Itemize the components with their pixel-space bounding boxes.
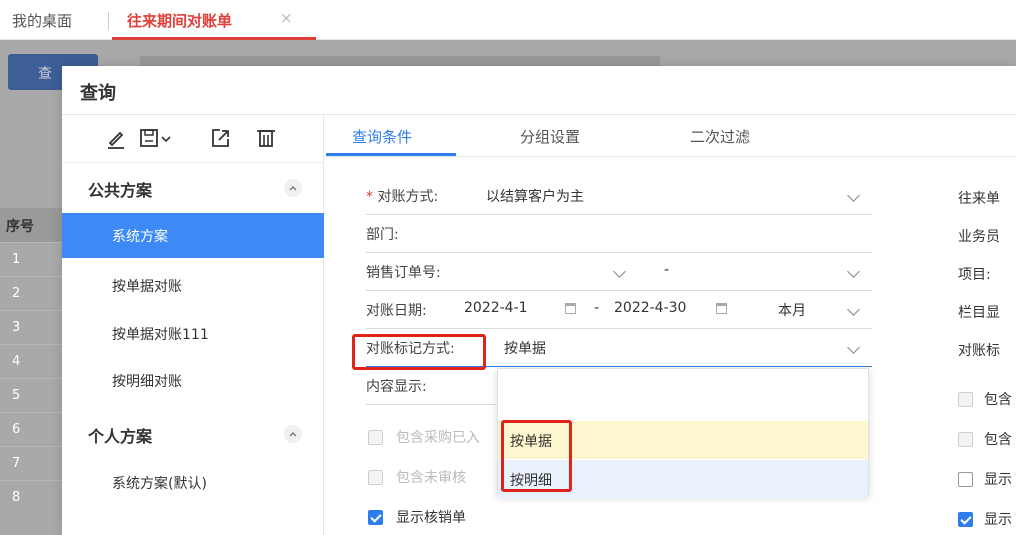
personal-scheme-group-title: 个人方案: [88, 427, 153, 446]
export-icon[interactable]: [208, 125, 232, 151]
tab-secondary-filter[interactable]: 二次过滤: [690, 126, 750, 147]
chevron-down-icon[interactable]: [613, 265, 626, 278]
tab-close-icon[interactable]: ×: [280, 9, 293, 27]
delete-icon[interactable]: [254, 125, 278, 151]
personal-scheme-group[interactable]: 个人方案: [62, 411, 324, 455]
reconcile-mode-value: 以结算客户为主: [486, 189, 584, 205]
reconcile-mode-label-text: 对账方式:: [377, 189, 439, 205]
scheme-item-by-document-111[interactable]: 按单据对账111: [62, 311, 324, 356]
grid-row-index: 7: [0, 446, 62, 480]
date-from-value[interactable]: 2022-4-1: [464, 300, 528, 316]
right-col-checkbox[interactable]: [958, 512, 973, 527]
scheme-item-label: 系统方案(默认): [112, 476, 207, 492]
grid-row-index: 1: [0, 242, 62, 276]
chevron-up-icon[interactable]: [284, 425, 302, 443]
right-col-text: 项目:: [958, 267, 991, 283]
scheme-panel: 公共方案 系统方案 按单据对账 按单据对账111 按明细对账 个人方案 系统方案…: [62, 115, 324, 535]
sales-order-range[interactable]: 销售订单号: -: [366, 253, 872, 291]
reconcile-date-label: 对账日期:: [366, 303, 427, 319]
required-marker: *: [366, 189, 373, 205]
highlight-box: [352, 334, 486, 370]
tab-period-statement[interactable]: 往来期间对账单 ×: [112, 0, 316, 40]
grid-row-index: 2: [0, 276, 62, 310]
content-display-label: 内容显示:: [366, 379, 427, 395]
department-field[interactable]: 部门:: [366, 215, 872, 253]
sales-order-label: 销售订单号:: [366, 265, 441, 281]
reconcile-mode-select[interactable]: * 对账方式: 以结算客户为主: [366, 177, 872, 215]
reconcile-mark-value: 按单据: [504, 341, 546, 357]
save-dropdown-icon[interactable]: [138, 125, 174, 151]
scheme-item-system[interactable]: 系统方案: [62, 213, 324, 258]
grid-header-index: 序号: [0, 208, 62, 242]
grid-row-index: 4: [0, 344, 62, 378]
date-to-value[interactable]: 2022-4-30: [614, 300, 686, 316]
right-col-text: 包含: [984, 432, 1012, 448]
content-display-field[interactable]: 内容显示:: [366, 367, 496, 405]
chevron-down-icon[interactable]: [847, 303, 860, 316]
chevron-down-icon: [847, 189, 860, 202]
chevron-up-icon[interactable]: [284, 179, 302, 197]
chevron-down-icon[interactable]: [847, 341, 860, 354]
right-col-text: 显示: [984, 472, 1012, 488]
scheme-item-system-default[interactable]: 系统方案(默认): [62, 460, 324, 505]
chevron-down-icon[interactable]: [847, 265, 860, 278]
reconcile-mode-label: * 对账方式:: [366, 186, 438, 206]
tab-my-desktop[interactable]: 我的桌面: [12, 10, 72, 31]
tab-period-statement-label: 往来期间对账单: [127, 12, 233, 30]
scheme-item-label: 按明细对账: [112, 374, 182, 390]
scheme-item-label: 按单据对账: [112, 279, 182, 295]
grid-row-index: 5: [0, 378, 62, 412]
include-purchase-label: 包含采购已入: [396, 430, 480, 446]
include-unaudited-label: 包含未审核: [396, 470, 466, 486]
show-writeoff-label: 显示核销单: [396, 510, 466, 526]
edit-icon[interactable]: [104, 125, 128, 151]
right-col-text: 对账标: [958, 343, 1000, 359]
show-writeoff-checkbox[interactable]: [368, 510, 383, 525]
right-col-checkbox[interactable]: [958, 392, 973, 407]
query-tabs: 查询条件 分组设置 二次过滤: [324, 115, 1016, 157]
highlight-box: [501, 420, 572, 492]
include-purchase-checkbox[interactable]: [368, 430, 383, 445]
scheme-item-by-document[interactable]: 按单据对账: [62, 263, 324, 308]
right-col-checkbox[interactable]: [958, 472, 973, 487]
tab-query-conditions[interactable]: 查询条件: [352, 126, 412, 147]
background-toolbar: [140, 56, 660, 66]
dialog-title: 查询: [80, 83, 116, 104]
active-tab-indicator: [326, 153, 456, 156]
background-grid: 序号 1 2 3 4 5 6 7 8: [0, 208, 62, 514]
department-label: 部门:: [366, 227, 399, 243]
calendar-icon[interactable]: [565, 303, 576, 314]
date-preset-value[interactable]: 本月: [778, 300, 806, 320]
reconcile-date-range[interactable]: 对账日期: 2022-4-1 - 2022-4-30 本月: [366, 291, 872, 329]
right-col-text: 栏目显: [958, 305, 1000, 321]
grid-row-index: 6: [0, 412, 62, 446]
scheme-item-by-detail[interactable]: 按明细对账: [62, 358, 324, 403]
right-col-text: 往来单: [958, 191, 1000, 207]
calendar-icon[interactable]: [716, 303, 727, 314]
grid-row-index: 3: [0, 310, 62, 344]
tab-group-settings[interactable]: 分组设置: [520, 126, 580, 147]
right-col-text: 业务员: [958, 229, 1000, 245]
date-separator: -: [594, 300, 600, 316]
scheme-toolbar: [62, 115, 324, 163]
scheme-item-label: 按单据对账111: [112, 327, 209, 343]
sales-order-separator: -: [664, 262, 670, 278]
tab-divider: [108, 12, 109, 30]
right-col-text: 包含: [984, 392, 1012, 408]
public-scheme-group[interactable]: 公共方案: [62, 165, 324, 209]
grid-row-index: 8: [0, 480, 62, 514]
right-col-checkbox[interactable]: [958, 432, 973, 447]
include-unaudited-checkbox[interactable]: [368, 470, 383, 485]
public-scheme-group-title: 公共方案: [88, 181, 153, 200]
top-tab-bar: 我的桌面 往来期间对账单 ×: [0, 0, 1016, 40]
scheme-item-label: 系统方案: [112, 229, 168, 245]
right-col-text: 显示: [984, 512, 1012, 528]
